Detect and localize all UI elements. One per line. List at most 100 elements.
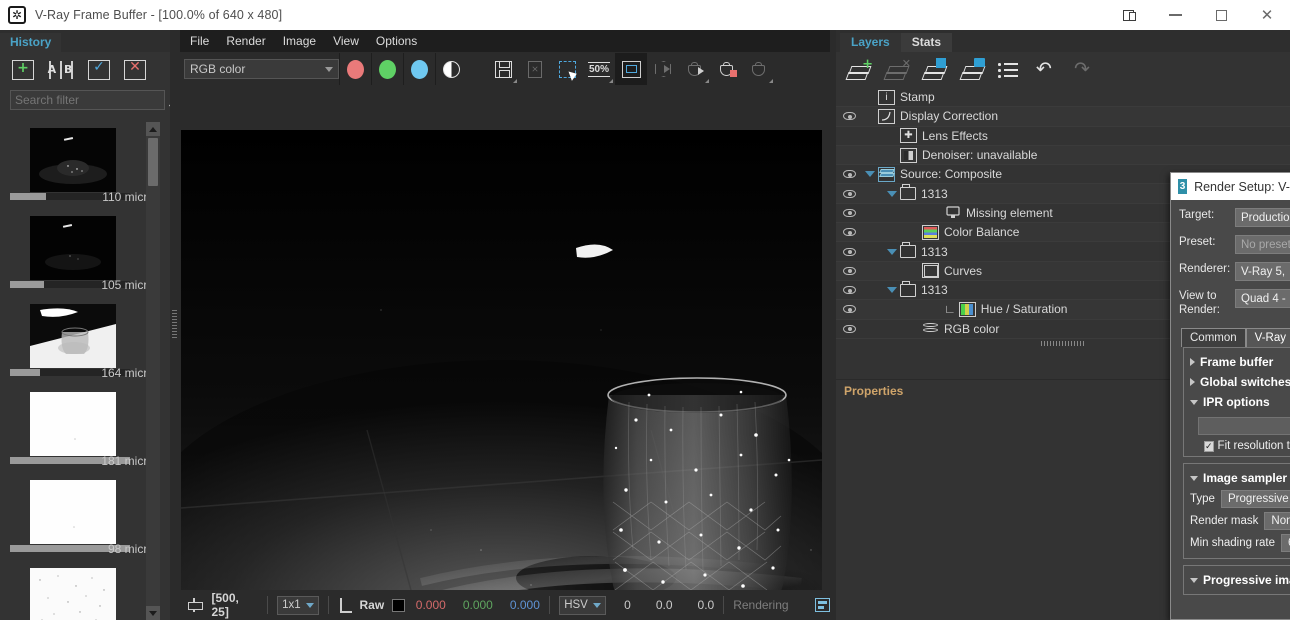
- history-item[interactable]: [8, 562, 160, 620]
- close-button[interactable]: ✕: [1244, 0, 1290, 30]
- compare-ab-button[interactable]: A B: [46, 58, 76, 82]
- load-layers-button[interactable]: [959, 58, 986, 82]
- add-to-history-button[interactable]: +: [10, 58, 36, 82]
- fit-to-window-button[interactable]: [615, 53, 647, 85]
- field-value[interactable]: No preset: [1235, 235, 1290, 254]
- panel-splitter[interactable]: [170, 30, 180, 620]
- alpha-channel-button[interactable]: [435, 53, 467, 85]
- maximize-button[interactable]: [1198, 0, 1244, 30]
- region-select-button[interactable]: [551, 53, 583, 85]
- tab-history[interactable]: History: [0, 33, 62, 52]
- visibility-toggle[interactable]: [836, 305, 862, 314]
- layer-row[interactable]: i Stamp: [836, 88, 1290, 108]
- layers-panel-icon[interactable]: [814, 598, 831, 612]
- visibility-toggle[interactable]: [836, 189, 862, 198]
- visibility-toggle[interactable]: [836, 170, 862, 179]
- sampler-value[interactable]: Progressive: [1220, 490, 1290, 508]
- visibility-toggle[interactable]: [836, 208, 862, 217]
- image-sampler-rollout[interactable]: Image sampler (: [1190, 468, 1290, 488]
- render-tab-common[interactable]: Common: [1181, 328, 1246, 347]
- rollout-header[interactable]: Frame buffer: [1190, 352, 1290, 372]
- minimize-button[interactable]: [1152, 0, 1198, 30]
- render-button[interactable]: [679, 53, 711, 85]
- stop-render-button[interactable]: [711, 53, 743, 85]
- menu-file[interactable]: File: [190, 34, 209, 48]
- menu-render[interactable]: Render: [226, 34, 265, 48]
- fit-resolution-checkbox[interactable]: ✓ Fit resolution to VF: [1190, 440, 1290, 452]
- add-layer-button[interactable]: +: [845, 57, 873, 82]
- scroll-down-arrow-icon[interactable]: [146, 606, 160, 620]
- layer-name: Missing element: [966, 205, 1053, 220]
- delete-history-button[interactable]: ✕: [122, 58, 148, 82]
- visibility-toggle[interactable]: [836, 286, 862, 295]
- history-list[interactable]: 110 micros 105 micros 164 micros 181 micros…: [8, 122, 160, 620]
- field-value[interactable]: Production: [1235, 208, 1290, 227]
- pixel-ratio-value: 1x1: [282, 599, 301, 611]
- red-channel-button[interactable]: [339, 53, 371, 85]
- tab-stats[interactable]: Stats: [900, 33, 953, 52]
- visibility-toggle[interactable]: [836, 247, 862, 256]
- blue-channel-button[interactable]: [403, 53, 435, 85]
- menu-view[interactable]: View: [333, 34, 359, 48]
- tab-layers[interactable]: Layers: [840, 33, 901, 52]
- channel-select[interactable]: RGB color: [184, 59, 339, 79]
- history-item[interactable]: 105 micros: [8, 210, 160, 298]
- rollout-header[interactable]: IPR options: [1190, 392, 1290, 412]
- history-item[interactable]: 110 micros: [8, 122, 160, 210]
- expand-twisty[interactable]: [862, 171, 878, 178]
- history-item[interactable]: 181 micros: [8, 386, 160, 474]
- layer-row[interactable]: Denoiser: unavailable: [836, 145, 1290, 166]
- render-view[interactable]: [181, 130, 822, 612]
- visibility-toggle[interactable]: [836, 228, 862, 237]
- load-history-button[interactable]: ✓: [86, 58, 112, 82]
- history-item[interactable]: 98 micros: [8, 474, 160, 562]
- history-item[interactable]: 164 micros: [8, 298, 160, 386]
- ipr-text-input[interactable]: [1198, 417, 1290, 435]
- undo-button[interactable]: ↶: [1036, 58, 1062, 82]
- visibility-toggle[interactable]: [836, 324, 862, 333]
- save-channels-button[interactable]: ⨯: [519, 53, 551, 85]
- field-value[interactable]: V-Ray 5,: [1235, 262, 1290, 281]
- info-icon: i: [878, 89, 895, 105]
- expand-twisty[interactable]: [884, 248, 900, 255]
- redo-button[interactable]: ↷: [1074, 58, 1100, 82]
- save-layers-button[interactable]: [921, 58, 948, 82]
- layer-presets-button[interactable]: [998, 58, 1024, 82]
- pin-icon[interactable]: [188, 597, 204, 613]
- sampler-value[interactable]: None: [1264, 512, 1290, 530]
- monitor-icon[interactable]: [1106, 0, 1152, 30]
- pixel-coords: [500, 25]: [211, 591, 239, 619]
- color-mode-value: HSV: [564, 599, 588, 611]
- remove-layer-button[interactable]: ✕: [883, 57, 911, 82]
- field-value[interactable]: Quad 4 -: [1235, 289, 1290, 308]
- visibility-toggle[interactable]: [836, 112, 862, 121]
- save-image-button[interactable]: [487, 53, 519, 85]
- color-swatch[interactable]: [392, 598, 405, 612]
- curve-icon[interactable]: [338, 597, 353, 613]
- layer-row[interactable]: Display Correction: [836, 107, 1290, 127]
- rollout-header[interactable]: Global switches: [1190, 372, 1290, 392]
- region-render-button[interactable]: [743, 53, 775, 85]
- zoom-level-button[interactable]: 50%: [583, 53, 615, 85]
- history-scrollbar[interactable]: [146, 122, 160, 620]
- splitter-grip[interactable]: [172, 310, 177, 338]
- expand-twisty[interactable]: [884, 287, 900, 294]
- sampler-value[interactable]: 6: [1281, 534, 1290, 552]
- progressive-image-rollout[interactable]: Progressive imag: [1190, 570, 1290, 590]
- expand-twisty[interactable]: [884, 190, 900, 197]
- scrollbar-thumb[interactable]: [148, 138, 158, 186]
- chevron-down-icon: [887, 287, 897, 294]
- history-search-box[interactable]: [10, 90, 186, 110]
- search-input[interactable]: [15, 93, 170, 107]
- render-tab-v-ray[interactable]: V-Ray: [1245, 328, 1290, 347]
- layer-row[interactable]: ✚ Lens Effects: [836, 126, 1290, 146]
- menu-options[interactable]: Options: [376, 34, 417, 48]
- pixel-ratio-select[interactable]: 1x1: [276, 595, 320, 615]
- color-mode-select[interactable]: HSV: [558, 595, 607, 615]
- menu-image[interactable]: Image: [283, 34, 316, 48]
- curve-icon: [878, 108, 895, 124]
- render-last-button[interactable]: [647, 53, 679, 85]
- visibility-toggle[interactable]: [836, 266, 862, 275]
- scroll-up-arrow-icon[interactable]: [146, 122, 160, 136]
- green-channel-button[interactable]: [371, 53, 403, 85]
